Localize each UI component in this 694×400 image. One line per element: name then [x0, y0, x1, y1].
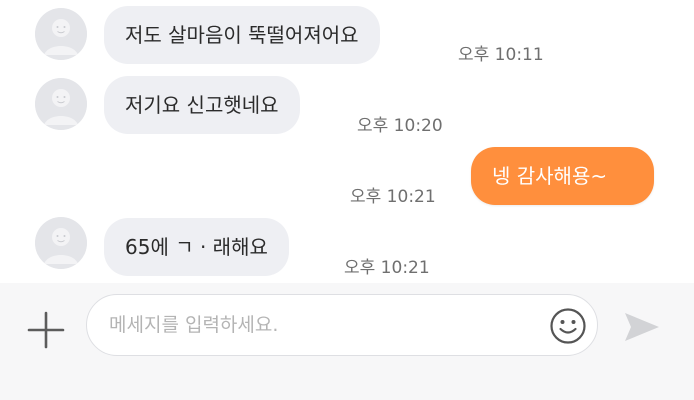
default-avatar-icon: [35, 217, 87, 269]
message-bubble-received[interactable]: 저기요 신고햇네요: [104, 76, 300, 134]
message-input[interactable]: [109, 295, 529, 355]
plus-icon: [27, 311, 65, 349]
default-avatar-icon: [35, 8, 87, 60]
message-list[interactable]: 저도 살마음이 뚝떨어져어요 오후 10:11 저기요 신고햇네요 오후 10:…: [0, 0, 694, 283]
message-time: 오후 10:21: [344, 258, 430, 278]
send-arrow-icon: [625, 313, 659, 341]
sender-avatar[interactable]: [35, 217, 87, 269]
chat-screen: 저도 살마음이 뚝떨어져어요 오후 10:11 저기요 신고햇네요 오후 10:…: [0, 0, 694, 400]
message-text: 65에 ㄱ · 래해요: [125, 235, 268, 259]
default-avatar-icon: [35, 78, 87, 130]
message-input-box[interactable]: [86, 294, 598, 356]
message-time: 오후 10:20: [357, 116, 443, 136]
smiley-icon: [550, 308, 586, 344]
emoji-button[interactable]: [549, 307, 587, 345]
sender-avatar[interactable]: [35, 8, 87, 60]
message-bubble-received[interactable]: 저도 살마음이 뚝떨어져어요: [104, 6, 380, 64]
message-composer: [0, 283, 694, 400]
message-time: 오후 10:11: [458, 45, 544, 65]
message-text: 저도 살마음이 뚝떨어져어요: [125, 23, 359, 47]
message-bubble-sent[interactable]: 넹 감사해용~: [471, 147, 654, 205]
message-text: 저기요 신고햇네요: [125, 93, 279, 117]
sender-avatar[interactable]: [35, 78, 87, 130]
send-button[interactable]: [622, 307, 662, 347]
message-text: 넹 감사해용~: [492, 164, 608, 188]
add-attachment-button[interactable]: [24, 308, 68, 352]
message-bubble-received[interactable]: 65에 ㄱ · 래해요: [104, 218, 289, 276]
message-time: 오후 10:21: [350, 187, 436, 207]
